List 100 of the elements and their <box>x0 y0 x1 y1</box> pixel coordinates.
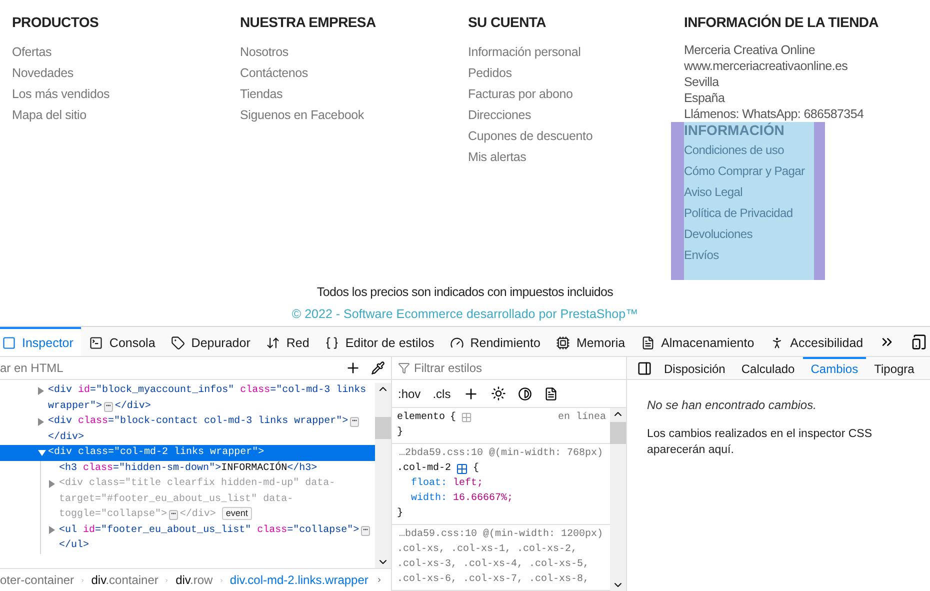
empty-message: Los cambios realizados en el inspector CSS aparecerán aquí. <box>647 427 874 458</box>
css-declaration[interactable]: width: 16.66667%; <box>397 491 606 506</box>
document-icon <box>641 336 656 350</box>
html-node[interactable]: <ul id="footer_eu_about_us_list" class="collapse"> ⋯ </ul> <box>1 522 375 554</box>
search-field[interactable]: ar en HTML <box>0 361 335 375</box>
footer-link[interactable]: Novedades <box>12 63 74 84</box>
css-selector: .col-xs-3, .col-xs-4, .col-xs-5, <box>397 558 590 572</box>
footer-link[interactable]: Ofertas <box>12 42 52 63</box>
store-info-line: Llámenos: WhatsApp: 686587354 <box>684 106 864 122</box>
footer-link[interactable]: Pedidos <box>468 63 512 84</box>
scrollbar-track[interactable] <box>610 408 626 591</box>
toggle-button[interactable]: .cls <box>432 386 451 400</box>
braces-icon <box>325 336 340 350</box>
expand-toggle[interactable] <box>49 526 55 534</box>
sidebar-tab[interactable]: Cambios <box>802 357 866 379</box>
devtools-tab[interactable]: Accesibilidad <box>762 327 872 356</box>
store-info-line: Sevilla <box>684 74 719 90</box>
breadcrumb-item[interactable]: div.row <box>176 573 213 587</box>
grid-icon[interactable] <box>456 462 468 474</box>
column-heading: NUESTRA EMPRESA <box>240 14 376 30</box>
footer-link[interactable]: Mis alertas <box>468 147 526 168</box>
sidebar-tab[interactable]: Calculado <box>733 357 803 379</box>
css-selector: elemento <box>397 410 446 425</box>
html-node[interactable]: <h3 class="hidden-sm-down">INFORMACIÓN</h3> <box>1 460 375 476</box>
filter-icon <box>398 362 410 374</box>
sidebar-tab[interactable]: Disposición <box>656 357 734 379</box>
column-heading: SU CUENTA <box>468 14 546 30</box>
footer-link[interactable]: Información personal <box>468 42 581 63</box>
scrollbar-thumb[interactable] <box>375 417 391 439</box>
breadcrumb-item[interactable]: oter-container <box>0 573 74 587</box>
devtools-tab[interactable]: Inspector <box>0 327 82 356</box>
footer-link[interactable]: Devoluciones <box>684 224 752 245</box>
tag-icon <box>171 336 186 350</box>
add-rule-icon[interactable] <box>462 386 479 402</box>
devtools-tab[interactable]: Rendimiento <box>442 327 548 356</box>
column-heading: PRODUCTOS <box>12 14 98 30</box>
column-heading: INFORMACIÓN DE LA TIENDA <box>684 14 878 30</box>
open-brace: { <box>450 410 456 425</box>
light-mode-icon[interactable] <box>490 386 506 401</box>
up-down-arrows-icon <box>266 336 280 350</box>
close-brace: } <box>397 426 404 440</box>
footer-link[interactable]: Los más vendidos <box>12 84 110 105</box>
devtools-tab[interactable]: Almacenamiento <box>633 327 762 356</box>
footer-link[interactable]: Envíos <box>684 245 719 266</box>
footer-link[interactable]: Condiciones de uso <box>684 140 784 161</box>
html-node[interactable]: <div class="col-md-2 links wrapper"> <box>0 445 375 460</box>
footer-link[interactable]: Facturas por abono <box>468 84 573 105</box>
copyright-link[interactable]: © 2022 - Software Ecommerce desarrollado por PrestaShop™ <box>292 307 638 321</box>
devtools-tab[interactable]: Red <box>258 327 318 356</box>
tax-note: Todos los precios son indicados con impuestos incluidos <box>316 285 614 299</box>
breadcrumb-item[interactable]: div.container <box>91 573 158 587</box>
footer-link[interactable]: Política de Privacidad <box>684 203 793 224</box>
sidebar-tab[interactable]: Tipogra <box>866 357 922 379</box>
footer-link[interactable]: Cupones de descuento <box>468 126 593 147</box>
devtools-tab[interactable]: Depurador <box>163 327 258 356</box>
store-info-line: Merceria Creativa Online <box>684 42 816 58</box>
css-selector: .col-xs, .col-xs-1, .col-xs-2, <box>397 542 578 557</box>
devtools-tab[interactable]: Editor de estilos <box>317 327 442 356</box>
scrollbar-track[interactable] <box>375 383 391 568</box>
contrast-icon[interactable] <box>518 386 532 400</box>
print-document-icon[interactable] <box>544 386 558 400</box>
devtools-tab[interactable]: Memoria <box>548 327 634 356</box>
html-node[interactable]: <div class="block-contact col-md-3 links wrapper"> ⋯ </div> <box>0 414 375 445</box>
footer-link[interactable]: Contáctenos <box>240 63 308 84</box>
chip-icon <box>556 336 570 350</box>
sidebar-toggle-icon[interactable] <box>637 360 652 376</box>
css-declaration[interactable]: float: left; <box>397 476 606 491</box>
footer-link[interactable]: Direcciones <box>468 105 532 126</box>
devtools-tab[interactable]: Consola <box>81 327 164 356</box>
footer-link[interactable]: Nosotros <box>240 42 288 63</box>
open-brace: { <box>473 462 480 476</box>
expand-toggle[interactable] <box>38 386 44 394</box>
scrollbar-thumb[interactable] <box>610 422 626 444</box>
footer-link[interactable]: Siguenos en Facebook <box>240 105 364 126</box>
footer-link[interactable]: Mapa del sitio <box>12 105 86 126</box>
column-heading: INFORMACIÓN <box>684 122 784 138</box>
css-selector: .col-xs-6, .col-xs-7, .col-xs-8, <box>397 572 590 587</box>
breadcrumb-item[interactable]: div.col-md-2.links.wrapper <box>230 573 368 587</box>
close-brace: } <box>397 506 404 521</box>
add-node-icon[interactable] <box>345 360 361 376</box>
terminal-icon <box>89 336 104 350</box>
filter-field[interactable]: Filtrar estilos <box>414 361 620 375</box>
footer-link[interactable]: Cómo Comprar y Pagar <box>684 161 805 182</box>
css-selector: .col-md-2 <box>397 462 452 476</box>
store-info-line: www.merceriacreativaonline.es <box>684 58 848 74</box>
responsive-mode-icon[interactable] <box>911 334 928 350</box>
rule-source[interactable]: …2bda59.css:10 @(min-width: 768px) <box>397 446 606 461</box>
html-node[interactable]: <div class="title clearfix hidden-md-up" data- target="#footer_eu_about_us_list" data- toggle="collapse"> ⋯ </div> event <box>1 476 375 522</box>
store-info-line: España <box>684 90 725 106</box>
gauge-icon <box>450 336 464 350</box>
toggle-button[interactable]: :hov <box>398 386 421 400</box>
expand-toggle[interactable] <box>49 480 55 488</box>
square-icon <box>2 336 16 350</box>
footer-link[interactable]: Aviso Legal <box>684 182 743 203</box>
footer-link[interactable]: Tiendas <box>240 84 283 105</box>
expand-toggle[interactable] <box>38 418 44 426</box>
rule-source[interactable]: …bda59.css:10 @(min-width: 1200px) <box>397 527 606 542</box>
rule-location: en línea <box>558 410 606 425</box>
empty-title: No se han encontrado cambios. <box>647 398 818 412</box>
eyedropper-icon[interactable] <box>371 361 385 375</box>
